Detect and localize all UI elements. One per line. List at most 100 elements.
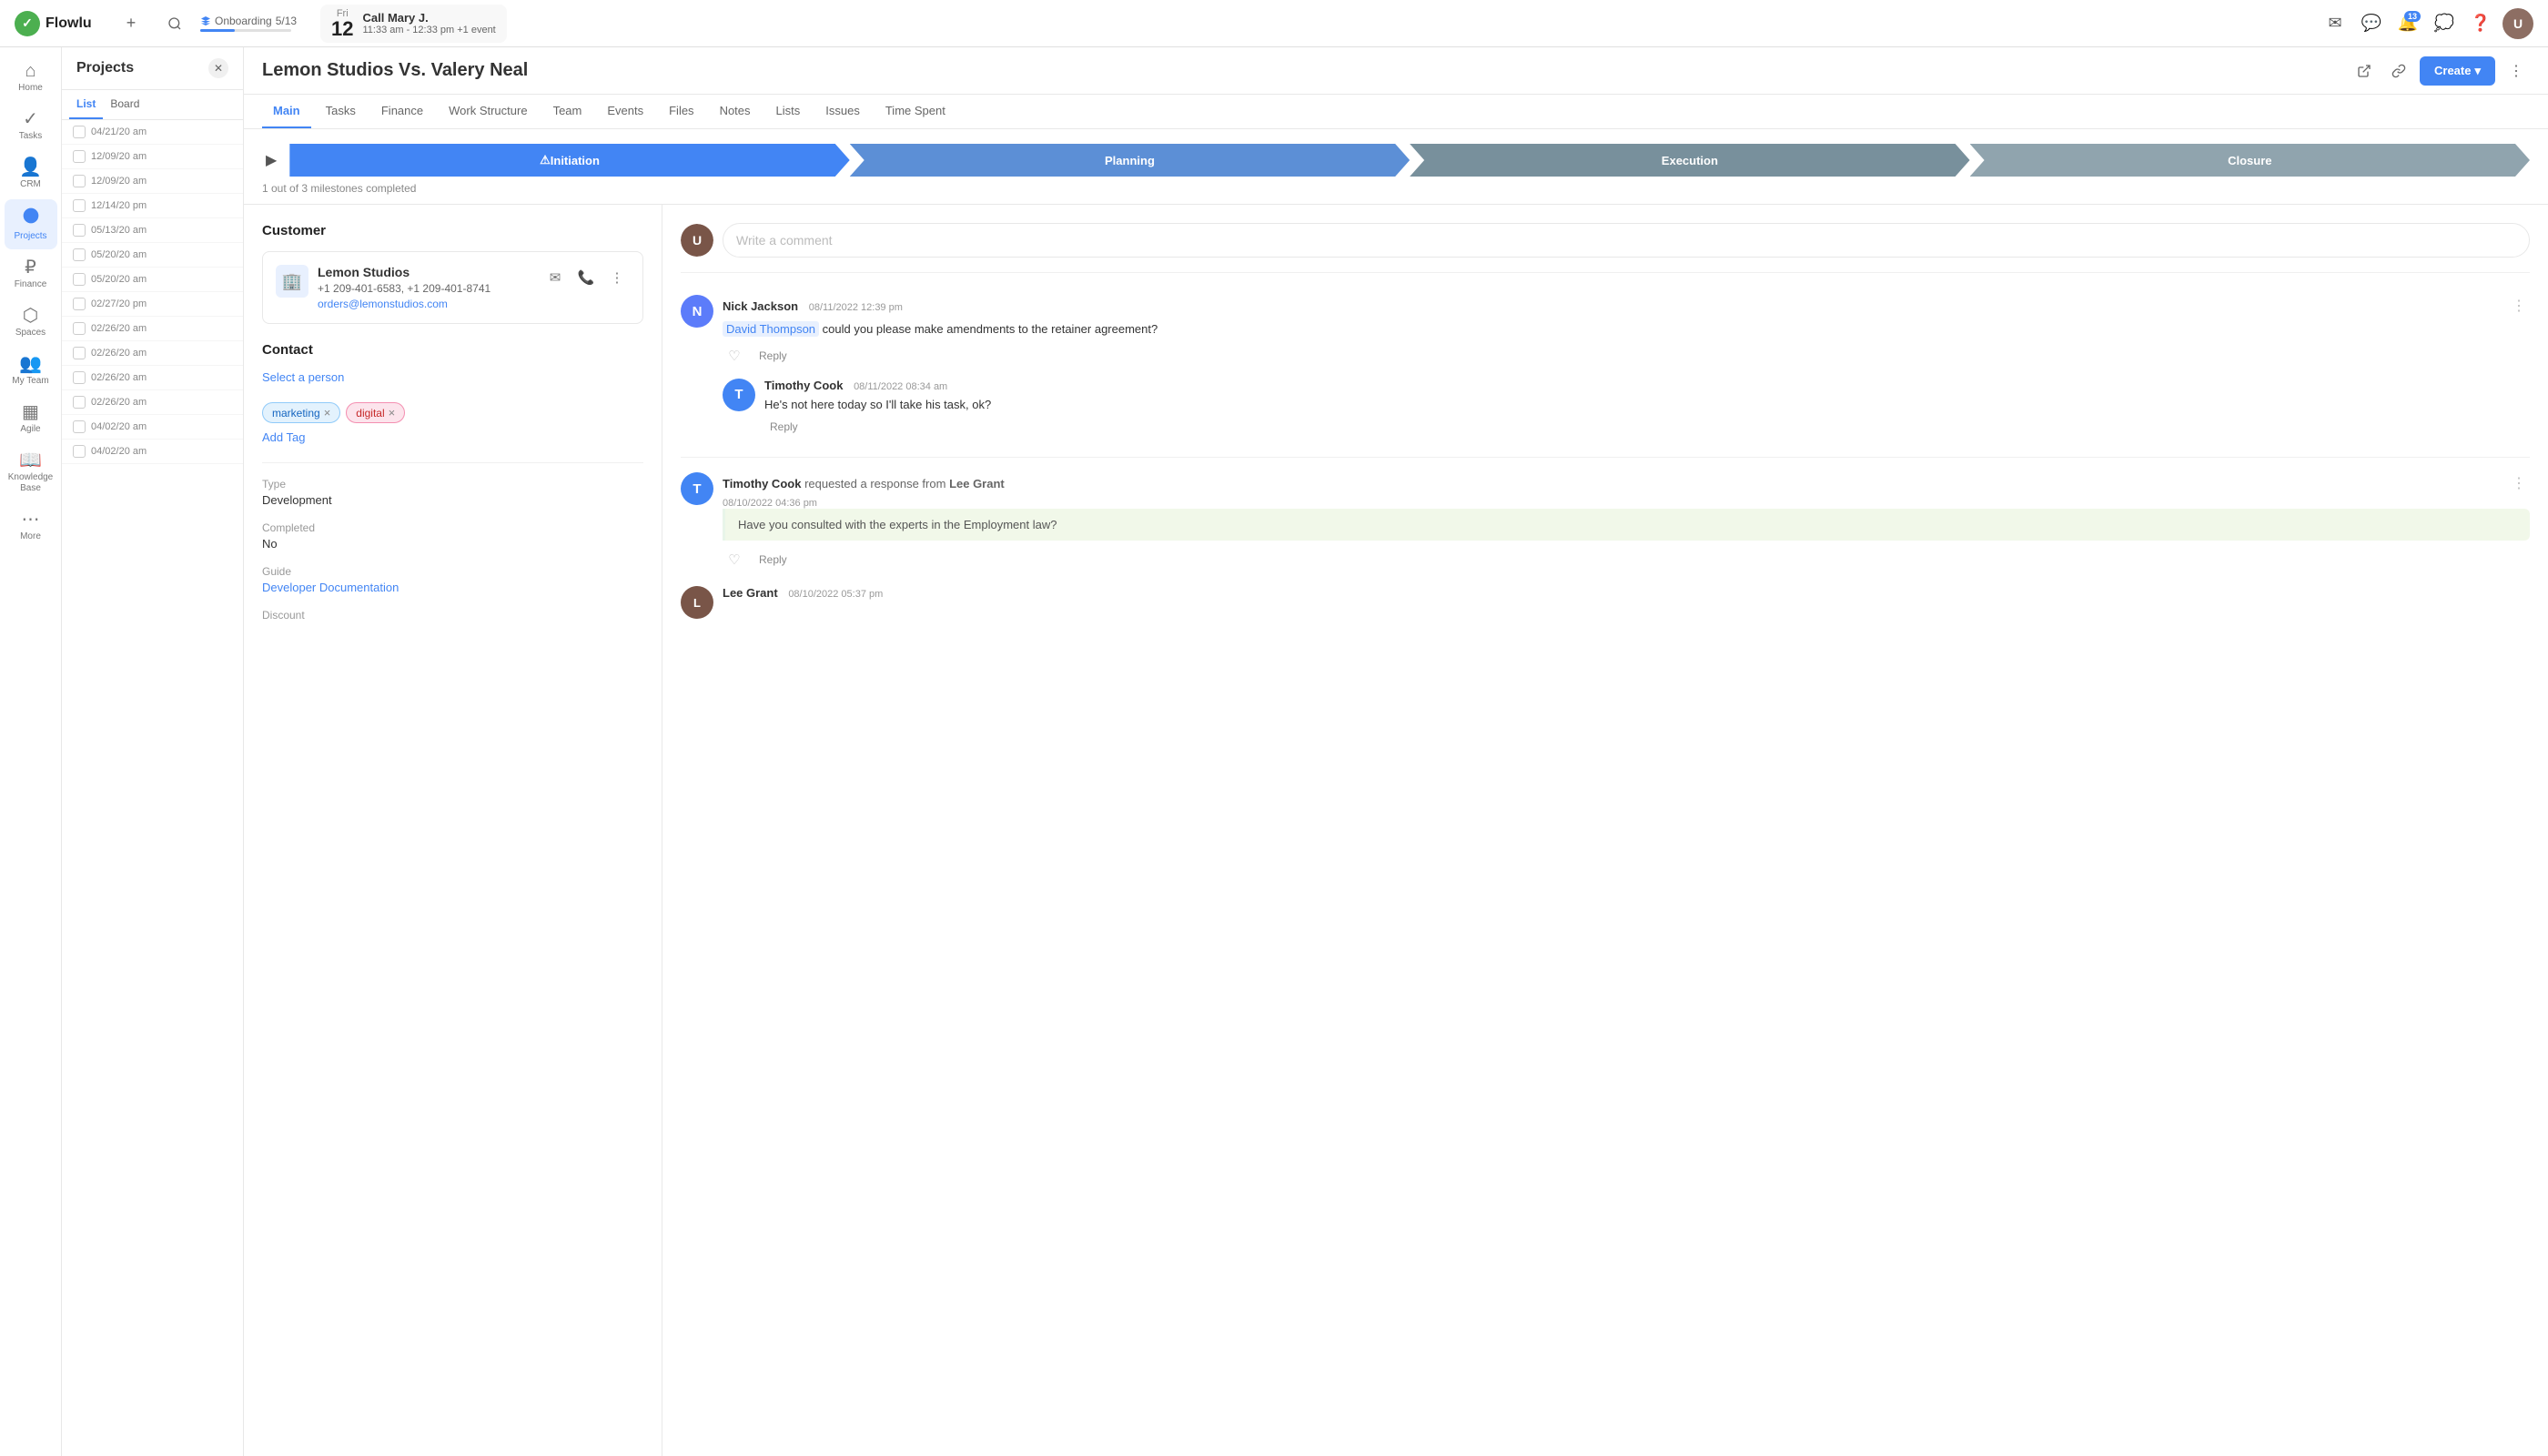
customer-card-actions: ✉ 📞 ⋮ bbox=[542, 265, 630, 290]
workflow-expand-button[interactable]: ▶ bbox=[262, 147, 280, 173]
tag-digital[interactable]: digital × bbox=[346, 402, 405, 423]
list-item[interactable]: 04/02/20 am bbox=[62, 440, 243, 464]
sidebar-item-finance[interactable]: ₽ Finance bbox=[5, 251, 57, 298]
like-button-response[interactable]: ♡ bbox=[723, 548, 746, 571]
list-item[interactable]: 04/02/20 am bbox=[62, 415, 243, 440]
row-checkbox[interactable] bbox=[73, 347, 86, 359]
tab-board[interactable]: Board bbox=[103, 90, 147, 119]
tab-issues[interactable]: Issues bbox=[814, 95, 871, 128]
tag-marketing[interactable]: marketing × bbox=[262, 402, 340, 423]
list-item[interactable]: 02/26/20 am bbox=[62, 366, 243, 390]
tab-time-spent[interactable]: Time Spent bbox=[875, 95, 956, 128]
home-icon: ⌂ bbox=[25, 62, 35, 80]
sidebar-item-spaces[interactable]: ⬡ Spaces bbox=[5, 299, 57, 346]
sidebar-item-home[interactable]: ⌂ Home bbox=[5, 55, 57, 101]
link-button[interactable] bbox=[2385, 57, 2412, 85]
row-checkbox[interactable] bbox=[73, 445, 86, 458]
calendar-event[interactable]: Fri 12 Call Mary J. 11:33 am - 12:33 pm … bbox=[320, 5, 507, 43]
remove-tag-marketing[interactable]: × bbox=[324, 406, 331, 420]
stage-planning[interactable]: Planning bbox=[850, 144, 1410, 177]
reply-button-response[interactable]: Reply bbox=[753, 551, 793, 568]
projects-icon bbox=[22, 207, 40, 228]
row-checkbox[interactable] bbox=[73, 224, 86, 237]
guide-link[interactable]: Developer Documentation bbox=[262, 581, 643, 594]
tab-files[interactable]: Files bbox=[658, 95, 704, 128]
tab-lists[interactable]: Lists bbox=[765, 95, 812, 128]
chat-button[interactable]: 💬 bbox=[2357, 9, 2386, 38]
row-checkbox[interactable] bbox=[73, 199, 86, 212]
tab-work-structure[interactable]: Work Structure bbox=[438, 95, 538, 128]
reply-button-timothy-1[interactable]: Reply bbox=[764, 419, 804, 435]
sidebar-item-more[interactable]: ⋯ More bbox=[5, 503, 57, 550]
comments-button[interactable]: 💭 bbox=[2430, 9, 2459, 38]
comment-actions-nick: ♡ Reply bbox=[723, 344, 2530, 368]
list-item[interactable]: 02/27/20 pm bbox=[62, 292, 243, 317]
list-item[interactable]: 12/09/20 am bbox=[62, 145, 243, 169]
row-checkbox[interactable] bbox=[73, 371, 86, 384]
nick-text: David Thompson could you please make ame… bbox=[723, 320, 2530, 339]
onboarding-bar[interactable]: Onboarding 5/13 bbox=[200, 15, 309, 32]
more-options-button[interactable]: ⋮ bbox=[2502, 57, 2530, 85]
tab-notes[interactable]: Notes bbox=[709, 95, 762, 128]
add-button[interactable]: + bbox=[116, 9, 146, 38]
add-tag-button[interactable]: Add Tag bbox=[262, 430, 305, 444]
row-checkbox[interactable] bbox=[73, 150, 86, 163]
response-quote: Have you consulted with the experts in t… bbox=[723, 509, 2530, 541]
notifications-button[interactable]: 🔔 13 bbox=[2393, 9, 2422, 38]
row-checkbox[interactable] bbox=[73, 298, 86, 310]
tab-main[interactable]: Main bbox=[262, 95, 311, 128]
close-panel-button[interactable]: ✕ bbox=[208, 58, 228, 78]
customer-email[interactable]: orders@lemonstudios.com bbox=[318, 298, 490, 310]
response-more-button[interactable]: ⋮ bbox=[2508, 472, 2530, 494]
more-action-button[interactable]: ⋮ bbox=[604, 265, 630, 290]
stage-closure[interactable]: Closure bbox=[1970, 144, 2530, 177]
row-checkbox[interactable] bbox=[73, 273, 86, 286]
sidebar-item-knowledge[interactable]: 📖 Knowledge Base bbox=[5, 444, 57, 501]
call-action-button[interactable]: 📞 bbox=[573, 265, 599, 290]
tab-team[interactable]: Team bbox=[542, 95, 593, 128]
remove-tag-digital[interactable]: × bbox=[389, 406, 396, 420]
logo[interactable]: ✓ Flowlu bbox=[15, 11, 106, 36]
select-person-button[interactable]: Select a person bbox=[262, 370, 344, 384]
comment-input[interactable]: Write a comment bbox=[723, 223, 2530, 258]
sidebar-item-tasks[interactable]: ✓ Tasks bbox=[5, 103, 57, 149]
list-item[interactable]: 12/14/20 pm bbox=[62, 194, 243, 218]
mail-button[interactable]: ✉ bbox=[2320, 9, 2350, 38]
tab-events[interactable]: Events bbox=[596, 95, 654, 128]
sidebar-item-agile[interactable]: ▦ Agile bbox=[5, 396, 57, 442]
row-checkbox[interactable] bbox=[73, 322, 86, 335]
row-checkbox[interactable] bbox=[73, 396, 86, 409]
row-checkbox[interactable] bbox=[73, 420, 86, 433]
sidebar-item-projects[interactable]: Projects bbox=[5, 199, 57, 249]
list-item[interactable]: 05/20/20 am bbox=[62, 268, 243, 292]
tab-list[interactable]: List bbox=[69, 90, 103, 119]
row-checkbox[interactable] bbox=[73, 175, 86, 187]
external-link-button[interactable] bbox=[2351, 57, 2378, 85]
like-button-nick[interactable]: ♡ bbox=[723, 344, 746, 368]
list-item[interactable]: 04/21/20 am bbox=[62, 120, 243, 145]
comment-more-button[interactable]: ⋮ bbox=[2508, 295, 2530, 317]
email-action-button[interactable]: ✉ bbox=[542, 265, 568, 290]
list-item[interactable]: 12/09/20 am bbox=[62, 169, 243, 194]
list-item[interactable]: 02/26/20 am bbox=[62, 341, 243, 366]
search-button[interactable] bbox=[160, 9, 189, 38]
row-checkbox[interactable] bbox=[73, 248, 86, 261]
row-date: 02/26/20 am bbox=[91, 372, 147, 383]
reply-button-nick[interactable]: Reply bbox=[753, 348, 793, 364]
list-item[interactable]: 05/20/20 am bbox=[62, 243, 243, 268]
user-avatar[interactable]: U bbox=[2502, 8, 2533, 39]
help-button[interactable]: ❓ bbox=[2466, 9, 2495, 38]
list-item[interactable]: 02/26/20 am bbox=[62, 390, 243, 415]
mention-david[interactable]: David Thompson bbox=[723, 321, 819, 337]
row-checkbox[interactable] bbox=[73, 126, 86, 138]
stage-initiation[interactable]: ⚠ Initiation bbox=[289, 144, 849, 177]
tab-finance[interactable]: Finance bbox=[370, 95, 434, 128]
list-item[interactable]: 05/13/20 am bbox=[62, 218, 243, 243]
sidebar-item-crm[interactable]: 👤 CRM bbox=[5, 151, 57, 197]
tab-tasks[interactable]: Tasks bbox=[315, 95, 367, 128]
stage-execution[interactable]: Execution bbox=[1410, 144, 1969, 177]
list-item[interactable]: 02/26/20 am bbox=[62, 317, 243, 341]
sidebar-item-myteam[interactable]: 👥 My Team bbox=[5, 348, 57, 394]
create-button[interactable]: Create ▾ bbox=[2420, 56, 2495, 86]
sidebar: ⌂ Home ✓ Tasks 👤 CRM Projects ₽ Finance … bbox=[0, 47, 62, 1456]
